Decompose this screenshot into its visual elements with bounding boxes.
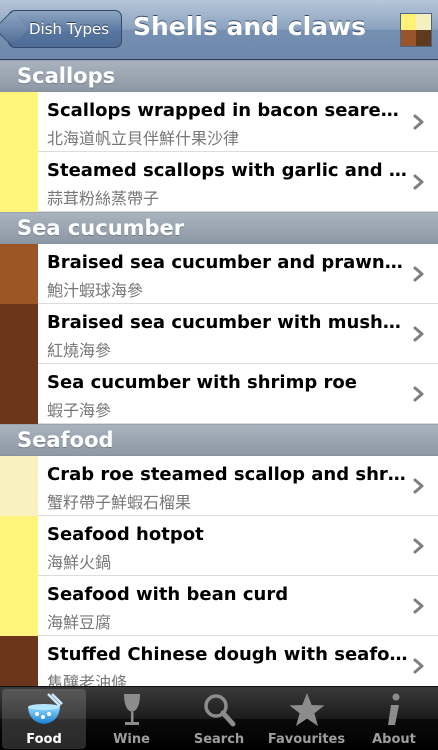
tab-label: Wine (113, 732, 150, 747)
dish-color-indicator (0, 576, 38, 636)
dish-color-indicator (0, 636, 38, 686)
chevron-right-icon (412, 598, 426, 614)
dish-name: Seafood hotpot (47, 524, 204, 545)
chevron-right-icon (412, 266, 426, 282)
page-title: Shells and claws (133, 12, 366, 41)
dish-row[interactable]: Scallops wrapped in bacon seared with fr… (0, 92, 438, 152)
dish-row[interactable]: Seafood hotpot 海鮮火鍋 (0, 516, 438, 576)
swatch-dark-brown (416, 30, 431, 46)
chevron-right-icon (412, 538, 426, 554)
dish-name: Seafood with bean curd (47, 584, 289, 605)
bowl-icon (24, 692, 64, 728)
tab-search[interactable]: Search (177, 689, 261, 749)
section-header: Sea cucumber (0, 212, 438, 244)
dish-color-indicator (0, 152, 38, 212)
magnifier-icon (199, 692, 239, 728)
dish-color-indicator (0, 244, 38, 304)
tab-label: About (372, 732, 416, 747)
dish-row[interactable]: Braised sea cucumber with mushrooms 紅燒海參 (0, 304, 438, 364)
dish-color-indicator (0, 92, 38, 152)
dish-name: Sea cucumber with shrimp roe (47, 372, 357, 393)
dish-color-indicator (0, 304, 38, 364)
dish-chinese-name: 北海道帆立貝伴鮮什果沙律 (47, 129, 240, 148)
dish-name: Braised sea cucumber with mushrooms (47, 312, 409, 333)
tab-label: Favourites (267, 732, 346, 747)
wine-glass-icon (112, 692, 152, 728)
chevron-right-icon (412, 478, 426, 494)
back-button-label: Dish Types (29, 20, 110, 38)
dish-name: Crab roe steamed scallop and shrimp (47, 464, 409, 485)
info-icon (374, 692, 414, 728)
swatch-cream (416, 14, 431, 30)
dish-row[interactable]: Stuffed Chinese dough with seafood 雋釀老油條 (0, 636, 438, 686)
tab-wine[interactable]: Wine (90, 689, 174, 749)
dish-color-indicator (0, 364, 38, 424)
dish-name: Stuffed Chinese dough with seafood (47, 644, 409, 665)
dish-chinese-name: 鮑汁蝦球海參 (47, 281, 144, 300)
chevron-right-icon (412, 326, 426, 342)
chevron-right-icon (412, 658, 426, 674)
dish-chinese-name: 蝦子海參 (47, 401, 112, 420)
dish-row[interactable]: Steamed scallops with garlic and vermice… (0, 152, 438, 212)
tab-food[interactable]: Food (2, 689, 86, 749)
dish-row[interactable]: Seafood with bean curd 海鮮豆腐 (0, 576, 438, 636)
tab-favourites[interactable]: Favourites (265, 689, 349, 749)
dish-name: Scallops wrapped in bacon seared with fr… (47, 100, 409, 121)
dish-row[interactable]: Sea cucumber with shrimp roe 蝦子海參 (0, 364, 438, 424)
dish-chinese-name: 海鮮火鍋 (47, 553, 112, 572)
chevron-right-icon (412, 386, 426, 402)
color-legend-button[interactable] (400, 13, 432, 47)
dish-chinese-name: 蟹籽帶子鮮蝦石榴果 (47, 493, 192, 512)
section-header: Scallops (0, 60, 438, 92)
tab-about[interactable]: About (352, 689, 436, 749)
swatch-yellow (401, 14, 416, 30)
dish-color-indicator (0, 456, 38, 516)
dish-chinese-name: 雋釀老油條 (47, 673, 128, 686)
back-button[interactable]: Dish Types (8, 10, 123, 48)
dish-list[interactable]: Scallops Scallops wrapped in bacon seared… (0, 60, 438, 686)
dish-row[interactable]: Crab roe steamed scallop and shrimp 蟹籽帶子鮮… (0, 456, 438, 516)
section-header: Seafood (0, 424, 438, 456)
chevron-right-icon (412, 114, 426, 130)
dish-row[interactable]: Braised sea cucumber and prawns in abalo… (0, 244, 438, 304)
chevron-right-icon (412, 174, 426, 190)
dish-chinese-name: 紅燒海參 (47, 341, 112, 360)
swatch-brown (401, 30, 416, 46)
dish-chinese-name: 海鮮豆腐 (47, 613, 112, 632)
tab-label: Food (26, 732, 62, 747)
dish-color-indicator (0, 516, 38, 576)
tab-label: Search (193, 732, 245, 747)
tab-bar: Food Wine Search Favourites About (0, 686, 438, 750)
dish-name: Braised sea cucumber and prawns in abalo… (47, 252, 409, 273)
dish-name: Steamed scallops with garlic and vermice… (47, 160, 409, 181)
navigation-bar: Dish Types Shells and claws (0, 0, 438, 60)
dish-chinese-name: 蒜茸粉絲蒸帶子 (47, 189, 160, 208)
star-icon (287, 692, 327, 728)
